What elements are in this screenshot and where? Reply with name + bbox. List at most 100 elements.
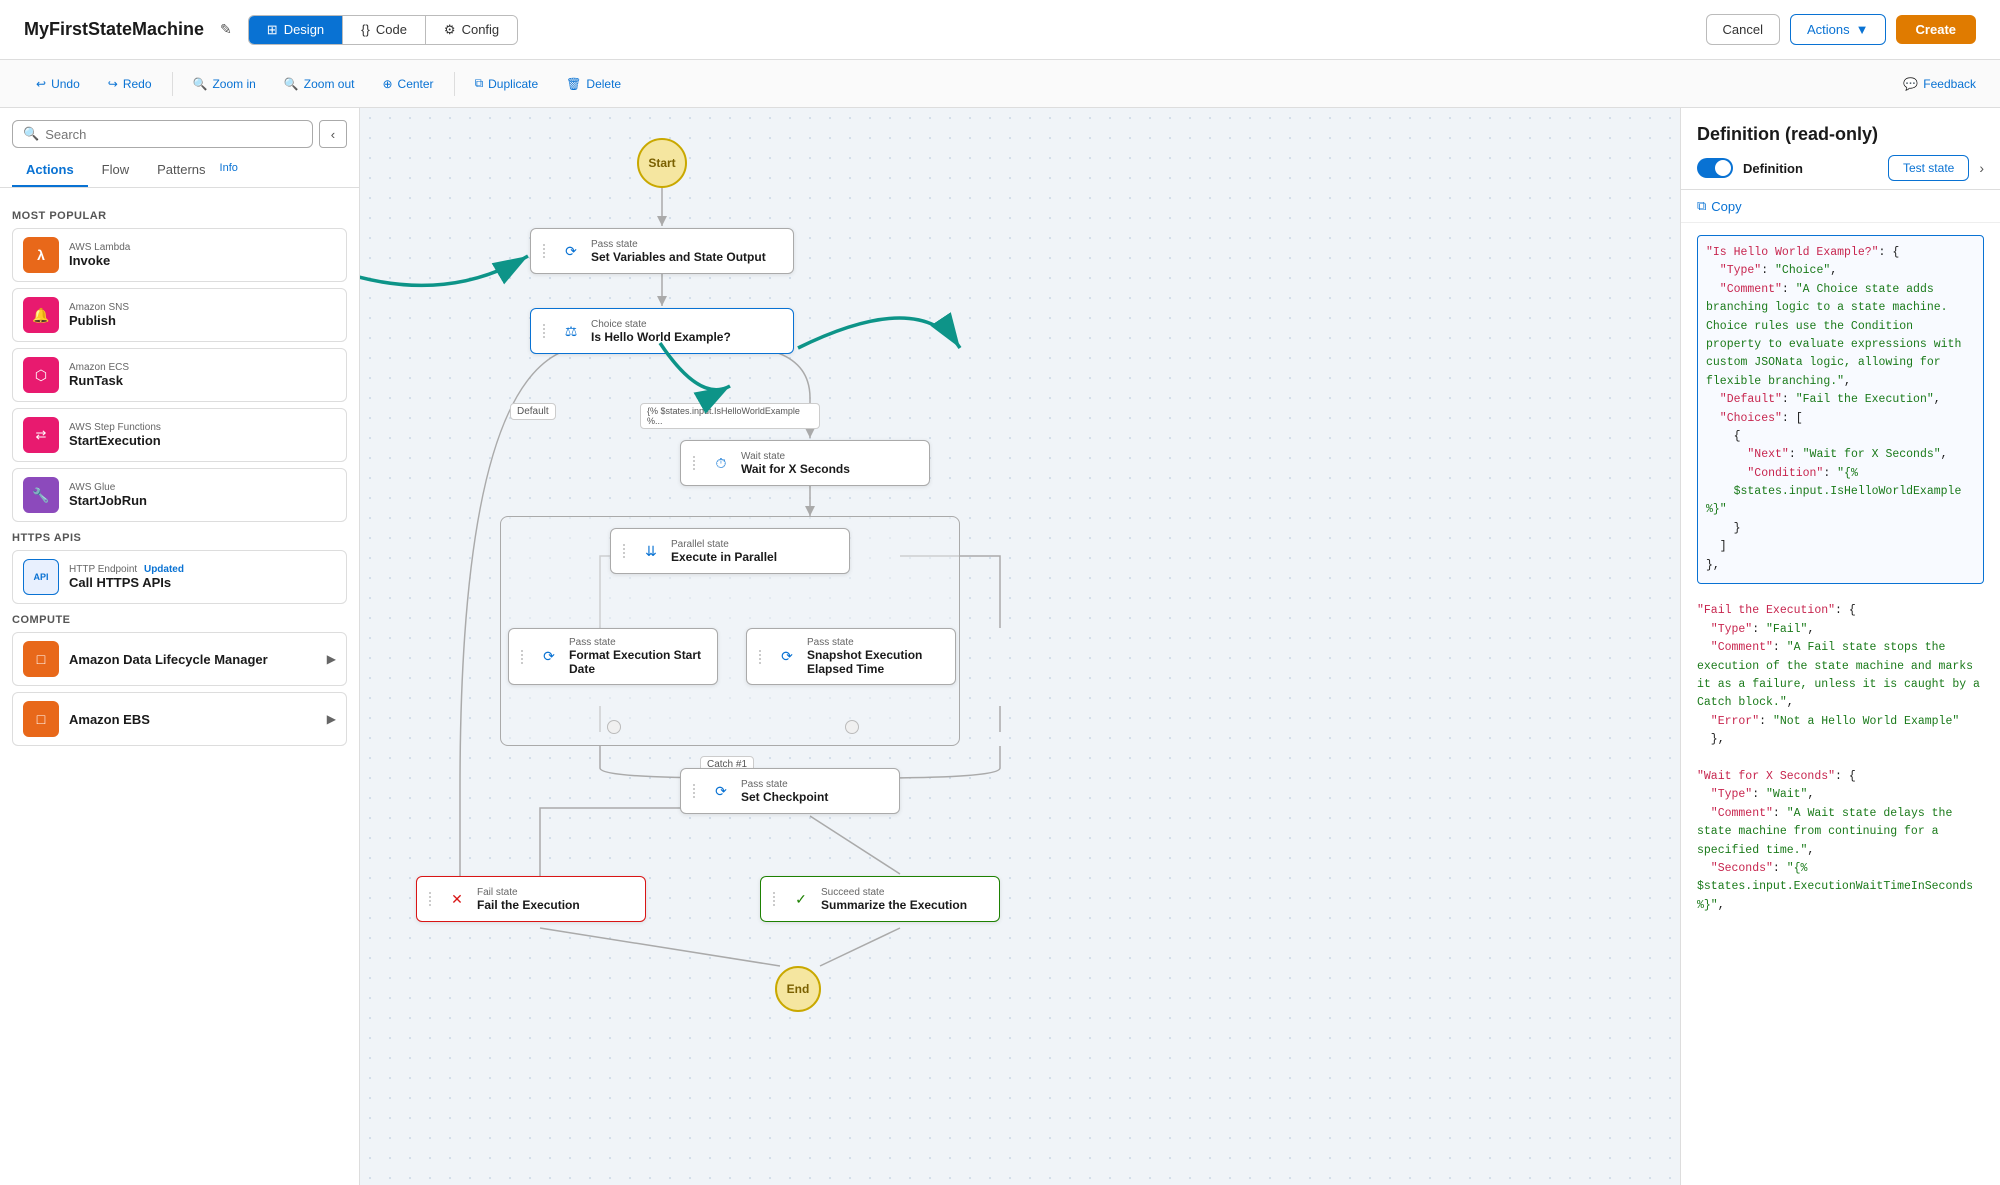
redo-button[interactable]: ↪ Redo xyxy=(96,72,164,96)
dlm-info: Amazon Data Lifecycle Manager xyxy=(69,652,317,667)
definition-toggle[interactable] xyxy=(1697,158,1733,178)
definition-header: Definition (read-only) Definition Test s… xyxy=(1681,108,2000,190)
definition-title: Definition (read-only) xyxy=(1697,124,1984,145)
succeed-state-icon: ✓ xyxy=(789,887,813,911)
header: MyFirstStateMachine ✎ ⊞ Design {} Code ⚙… xyxy=(0,0,2000,60)
undo-icon: ↩ xyxy=(36,77,46,91)
ecs-icon: ⬡ xyxy=(23,357,59,393)
chevron-right-icon[interactable]: › xyxy=(1979,160,1984,176)
duplicate-icon: ⧉ xyxy=(475,76,484,91)
duplicate-button[interactable]: ⧉ Duplicate xyxy=(463,71,551,96)
start-node: Start xyxy=(637,138,687,188)
parallel-state-icon: ⇊ xyxy=(639,539,663,563)
tab-design[interactable]: ⊞ Design xyxy=(249,16,343,44)
test-state-button[interactable]: Test state xyxy=(1888,155,1969,181)
parallel-node[interactable]: ⇊ Parallel state Execute in Parallel xyxy=(610,528,850,574)
glue-icon: 🔧 xyxy=(23,477,59,513)
http-info: HTTP Endpoint Updated Call HTTPS APIs xyxy=(69,564,336,590)
tab-group: ⊞ Design {} Code ⚙ Config xyxy=(248,15,518,45)
choice-node[interactable]: ⚖ Choice state Is Hello World Example? xyxy=(530,308,794,354)
search-row: 🔍 ‹ xyxy=(0,108,359,154)
definition-label: Definition xyxy=(1743,161,1803,176)
sns-icon: 🔔 xyxy=(23,297,59,333)
drag-handle xyxy=(521,643,529,671)
copy-button[interactable]: ⧉ Copy xyxy=(1697,198,1742,214)
wait-node[interactable]: ⏱ Wait state Wait for X Seconds xyxy=(680,440,930,486)
search-input-wrap[interactable]: 🔍 xyxy=(12,120,313,148)
pass-state-icon: ⟳ xyxy=(709,779,733,803)
edit-icon[interactable]: ✎ xyxy=(220,21,232,38)
flow-canvas[interactable]: Start ⟳ Pass state Set Variables and Sta… xyxy=(360,108,1680,1185)
checkpoint-node[interactable]: ⟳ Pass state Set Checkpoint xyxy=(680,768,900,814)
search-input[interactable] xyxy=(45,127,302,142)
delete-icon: 🗑 xyxy=(566,77,581,91)
header-right: Cancel Actions ▼ Create xyxy=(1706,14,1976,45)
zoom-in-button[interactable]: 🔍 Zoom in xyxy=(181,72,268,96)
actions-button[interactable]: Actions ▼ xyxy=(1790,14,1886,45)
tab-actions[interactable]: Actions xyxy=(12,154,88,187)
panel-tabs: Actions Flow Patterns Info xyxy=(0,154,359,188)
node-label: Wait state Wait for X Seconds xyxy=(741,451,850,476)
ecs-info: Amazon ECS RunTask xyxy=(69,362,336,388)
list-item[interactable]: λ AWS Lambda Invoke xyxy=(12,228,347,282)
http-icon: API xyxy=(23,559,59,595)
list-item[interactable]: ⇄ AWS Step Functions StartExecution xyxy=(12,408,347,462)
node-label: Pass state Set Checkpoint xyxy=(741,779,828,804)
copy-row: ⧉ Copy xyxy=(1681,190,2000,223)
expand-icon: ▶ xyxy=(327,712,336,726)
stepfunctions-info: AWS Step Functions StartExecution xyxy=(69,422,336,448)
pass-state-icon: ⟳ xyxy=(537,645,561,669)
zoom-out-button[interactable]: 🔍 Zoom out xyxy=(272,72,367,96)
redo-icon: ↪ xyxy=(108,77,118,91)
pass-state-icon: ⟳ xyxy=(775,645,799,669)
lambda-icon: λ xyxy=(23,237,59,273)
tab-patterns[interactable]: Patterns xyxy=(143,154,219,187)
undo-button[interactable]: ↩ Undo xyxy=(24,72,92,96)
tab-config[interactable]: ⚙ Config xyxy=(426,16,517,44)
node-label: Choice state Is Hello World Example? xyxy=(591,319,731,344)
feedback-icon: 💬 xyxy=(1903,77,1918,91)
sns-info: Amazon SNS Publish xyxy=(69,302,336,328)
feedback-button[interactable]: 💬 Feedback xyxy=(1903,77,1976,91)
connector-2 xyxy=(845,720,859,734)
toolbar-divider-1 xyxy=(172,72,173,96)
ebs-icon: □ xyxy=(23,701,59,737)
drag-handle xyxy=(543,317,551,345)
list-item[interactable]: ⬡ Amazon ECS RunTask xyxy=(12,348,347,402)
app-title: MyFirstStateMachine xyxy=(24,19,204,40)
pass-state-icon: ⟳ xyxy=(559,239,583,263)
default-label: Default xyxy=(510,403,556,420)
create-button[interactable]: Create xyxy=(1896,15,1976,44)
tab-info[interactable]: Info xyxy=(220,154,252,187)
toggle-knob xyxy=(1715,160,1731,176)
drag-handle xyxy=(429,885,437,913)
format-date-node[interactable]: ⟳ Pass state Format Execution Start Date xyxy=(508,628,718,685)
code-tab-icon: {} xyxy=(361,22,370,37)
list-item[interactable]: □ Amazon EBS ▶ xyxy=(12,692,347,746)
succeed-node[interactable]: ✓ Succeed state Summarize the Execution xyxy=(760,876,1000,922)
expand-icon: ▶ xyxy=(327,652,336,666)
lambda-info: AWS Lambda Invoke xyxy=(69,242,336,268)
tab-code[interactable]: {} Code xyxy=(343,16,426,44)
drag-handle xyxy=(759,643,767,671)
right-panel: Definition (read-only) Definition Test s… xyxy=(1680,108,2000,1185)
snapshot-node[interactable]: ⟳ Pass state Snapshot Execution Elapsed … xyxy=(746,628,956,685)
end-node: End xyxy=(775,966,821,1012)
toolbar: ↩ Undo ↪ Redo 🔍 Zoom in 🔍 Zoom out ⊕ Cen… xyxy=(0,60,2000,108)
list-item[interactable]: 🔔 Amazon SNS Publish xyxy=(12,288,347,342)
ebs-info: Amazon EBS xyxy=(69,712,317,727)
list-item[interactable]: 🔧 AWS Glue StartJobRun xyxy=(12,468,347,522)
code-block: "Is Hello World Example?": { "Type": "Ch… xyxy=(1681,223,2000,1185)
collapse-panel-button[interactable]: ‹ xyxy=(319,120,347,148)
design-tab-icon: ⊞ xyxy=(267,22,278,38)
cancel-button[interactable]: Cancel xyxy=(1706,14,1780,45)
actions-chevron-icon: ▼ xyxy=(1856,22,1869,37)
center-button[interactable]: ⊕ Center xyxy=(370,72,445,96)
fail-node[interactable]: ✕ Fail state Fail the Execution xyxy=(416,876,646,922)
set-variables-node[interactable]: ⟳ Pass state Set Variables and State Out… xyxy=(530,228,794,274)
tab-flow[interactable]: Flow xyxy=(88,154,143,187)
toolbar-divider-2 xyxy=(454,72,455,96)
list-item[interactable]: API HTTP Endpoint Updated Call HTTPS API… xyxy=(12,550,347,604)
delete-button[interactable]: 🗑 Delete xyxy=(554,72,633,96)
list-item[interactable]: □ Amazon Data Lifecycle Manager ▶ xyxy=(12,632,347,686)
